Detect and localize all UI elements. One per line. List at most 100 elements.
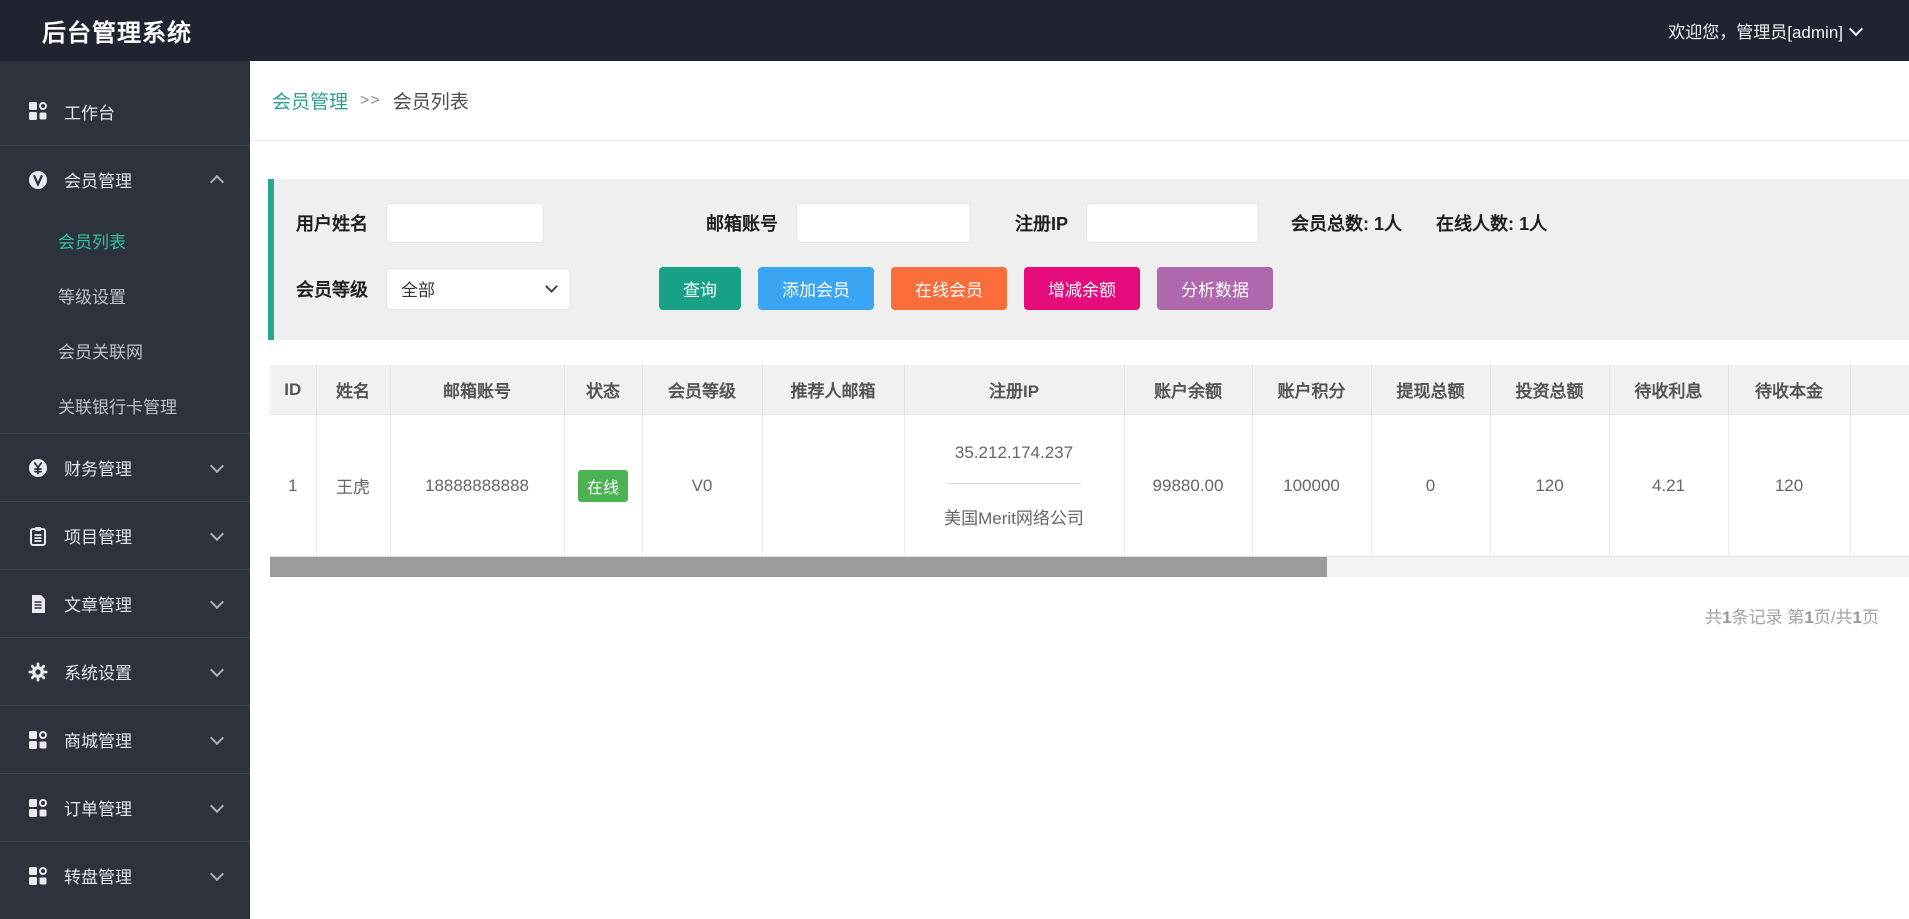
username-label: 用户姓名 xyxy=(296,210,368,236)
sidebar-subitem-level-settings[interactable]: 等级设置 xyxy=(0,268,250,323)
total-members-stat: 会员总数: 1人 xyxy=(1291,210,1402,236)
member-level-label: 会员等级 xyxy=(296,276,368,302)
register-ip-location: 美国Merit网络公司 xyxy=(906,504,1123,529)
register-ip-label: 注册IP xyxy=(1015,210,1068,236)
cell-pending-principal: 120 xyxy=(1728,415,1850,557)
sidebar-item-label: 系统设置 xyxy=(64,659,132,684)
register-ip-value: 35.212.174.237 xyxy=(906,443,1123,463)
sidebar-item-orders[interactable]: 订单管理 xyxy=(0,773,250,841)
breadcrumb-separator: >> xyxy=(360,92,381,110)
member-v-icon xyxy=(28,170,48,190)
sidebar-subitem-bank-cards[interactable]: 关联银行卡管理 xyxy=(0,378,250,433)
horizontal-scrollbar-track[interactable] xyxy=(270,557,1909,577)
register-ip-input[interactable] xyxy=(1086,203,1259,243)
finance-yen-icon xyxy=(28,458,48,478)
col-points: 账户积分 xyxy=(1252,365,1371,415)
member-level-selected: 全部 xyxy=(401,276,435,301)
record-count: 1 xyxy=(1722,608,1731,627)
cell-level: V0 xyxy=(642,415,762,557)
col-clipped xyxy=(1850,365,1909,415)
col-id: ID xyxy=(270,365,316,415)
online-members-button[interactable]: 在线会员 xyxy=(891,267,1007,310)
sidebar-item-label: 财务管理 xyxy=(64,455,132,480)
sidebar-subitem-member-network[interactable]: 会员关联网 xyxy=(0,323,250,378)
user-menu[interactable]: 欢迎您，管理员[admin] xyxy=(1668,18,1909,43)
article-doc-icon xyxy=(28,594,48,614)
sidebar-item-finance[interactable]: 财务管理 xyxy=(0,433,250,501)
sidebar-item-label: 转盘管理 xyxy=(64,863,132,888)
col-balance: 账户余额 xyxy=(1124,365,1252,415)
chevron-up-icon xyxy=(210,174,224,188)
sidebar-subitem-member-list[interactable]: 会员列表 xyxy=(0,213,250,268)
horizontal-scrollbar-thumb[interactable] xyxy=(270,557,1327,577)
filter-row-1: 用户姓名 邮箱账号 注册IP 会员总数: 1人 在线人数: 1人 xyxy=(296,203,1909,243)
col-withdraw-total: 提现总额 xyxy=(1371,365,1490,415)
username-input[interactable] xyxy=(386,203,544,243)
main-content: 会员管理 >> 会员列表 用户姓名 邮箱账号 注册IP 会员总数: 1人 xyxy=(250,61,1909,919)
query-button[interactable]: 查询 xyxy=(659,267,741,310)
sidebar: 工作台 会员管理 会员列表 等级设置 会员关联网 关联银行卡管理 xyxy=(0,61,250,919)
current-page: 1 xyxy=(1804,608,1813,627)
console-grid-icon xyxy=(28,798,48,818)
app-title: 后台管理系统 xyxy=(0,13,192,48)
members-table-wrap: ID 姓名 邮箱账号 状态 会员等级 推荐人邮箱 注册IP 账户余额 账户积分 … xyxy=(270,365,1909,557)
cell-withdraw-total: 0 xyxy=(1371,415,1490,557)
chevron-down-icon xyxy=(210,526,224,540)
chevron-down-icon xyxy=(1849,21,1863,35)
table-header-row: ID 姓名 邮箱账号 状态 会员等级 推荐人邮箱 注册IP 账户余额 账户积分 … xyxy=(270,365,1909,415)
sidebar-item-mall[interactable]: 商城管理 xyxy=(0,705,250,773)
console-grid-icon xyxy=(28,101,48,121)
chevron-down-icon xyxy=(210,798,224,812)
breadcrumb-parent-link[interactable]: 会员管理 xyxy=(272,87,348,114)
email-input[interactable] xyxy=(796,203,971,243)
col-name: 姓名 xyxy=(316,365,390,415)
sidebar-item-workbench[interactable]: 工作台 xyxy=(0,77,250,145)
col-pending-interest: 待收利息 xyxy=(1609,365,1728,415)
settings-gear-icon xyxy=(28,662,48,682)
cell-balance: 99880.00 xyxy=(1124,415,1252,557)
welcome-text: 欢迎您，管理员[admin] xyxy=(1668,18,1843,43)
analyze-data-button[interactable]: 分析数据 xyxy=(1157,267,1273,310)
col-email: 邮箱账号 xyxy=(390,365,564,415)
sidebar-item-wheel[interactable]: 转盘管理 xyxy=(0,841,250,909)
add-member-button[interactable]: 添加会员 xyxy=(758,267,874,310)
cell-invest-total: 120 xyxy=(1490,415,1609,557)
cell-status: 在线 xyxy=(564,415,642,557)
console-grid-icon xyxy=(28,866,48,886)
sidebar-item-label: 会员管理 xyxy=(64,167,132,192)
col-pending-principal: 待收本金 xyxy=(1728,365,1850,415)
cell-referrer xyxy=(762,415,904,557)
breadcrumb-current: 会员列表 xyxy=(393,87,469,114)
sidebar-item-members[interactable]: 会员管理 xyxy=(0,145,250,213)
sidebar-item-projects[interactable]: 项目管理 xyxy=(0,501,250,569)
chevron-down-icon xyxy=(210,458,224,472)
sidebar-item-articles[interactable]: 文章管理 xyxy=(0,569,250,637)
breadcrumb: 会员管理 >> 会员列表 xyxy=(250,61,1909,141)
sidebar-item-label: 商城管理 xyxy=(64,727,132,752)
col-register-ip: 注册IP xyxy=(904,365,1124,415)
ip-divider xyxy=(947,483,1082,484)
top-header: 后台管理系统 欢迎您，管理员[admin] xyxy=(0,0,1909,61)
project-clipboard-icon xyxy=(28,526,48,546)
cell-name: 王虎 xyxy=(316,415,390,557)
chevron-down-icon xyxy=(210,662,224,676)
members-table: ID 姓名 邮箱账号 状态 会员等级 推荐人邮箱 注册IP 账户余额 账户积分 … xyxy=(270,365,1909,557)
cell-email: 18888888888 xyxy=(390,415,564,557)
col-invest-total: 投资总额 xyxy=(1490,365,1609,415)
cell-points: 100000 xyxy=(1252,415,1371,557)
cell-clipped xyxy=(1850,415,1909,557)
filter-row-2: 会员等级 全部 查询 添加会员 在线会员 增减余额 分析数据 xyxy=(296,267,1909,310)
cell-pending-interest: 4.21 xyxy=(1609,415,1728,557)
admin-app: 后台管理系统 欢迎您，管理员[admin] 工作台 xyxy=(0,0,1909,919)
col-referrer: 推荐人邮箱 xyxy=(762,365,904,415)
filter-panel: 用户姓名 邮箱账号 注册IP 会员总数: 1人 在线人数: 1人 xyxy=(268,179,1909,340)
total-pages: 1 xyxy=(1853,608,1862,627)
adjust-balance-button[interactable]: 增减余额 xyxy=(1024,267,1140,310)
sidebar-item-label: 项目管理 xyxy=(64,523,132,548)
members-submenu: 会员列表 等级设置 会员关联网 关联银行卡管理 xyxy=(0,213,250,433)
member-stats: 会员总数: 1人 在线人数: 1人 xyxy=(1291,210,1547,236)
pagination: 共1条记录 第1页/共1页 xyxy=(250,603,1879,628)
member-level-select[interactable]: 全部 xyxy=(386,268,571,310)
sidebar-item-system[interactable]: 系统设置 xyxy=(0,637,250,705)
email-label: 邮箱账号 xyxy=(706,210,778,236)
